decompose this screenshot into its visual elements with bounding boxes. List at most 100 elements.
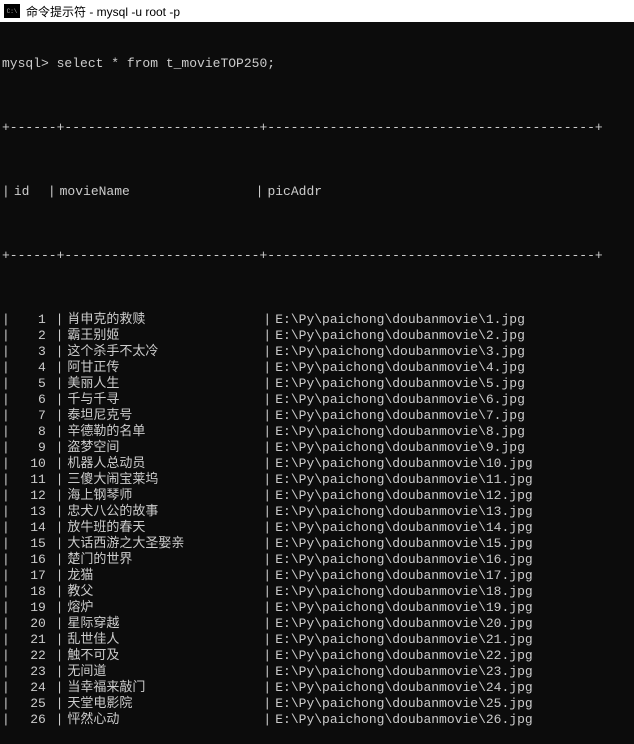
- table-row: |4 |阿甘正传|E:\Py\paichong\doubanmovie\4.jp…: [2, 360, 634, 376]
- table-row: |9 |盗梦空间|E:\Py\paichong\doubanmovie\9.jp…: [2, 440, 634, 456]
- cell-id: 3: [10, 344, 48, 360]
- table-row: |19 |熔炉|E:\Py\paichong\doubanmovie\19.jp…: [2, 600, 634, 616]
- table-row: |12 |海上钢琴师|E:\Py\paichong\doubanmovie\12…: [2, 488, 634, 504]
- cell-picaddr: E:\Py\paichong\doubanmovie\11.jpg: [271, 472, 532, 488]
- table-row: |25 |天堂电影院|E:\Py\paichong\doubanmovie\25…: [2, 696, 634, 712]
- pipe: |: [263, 616, 271, 632]
- cell-moviename: 熔炉: [63, 600, 263, 616]
- cell-picaddr: E:\Py\paichong\doubanmovie\18.jpg: [271, 584, 532, 600]
- pipe: |: [263, 584, 271, 600]
- pipe: |: [2, 536, 10, 552]
- table-row: |13 |忠犬八公的故事|E:\Py\paichong\doubanmovie\…: [2, 504, 634, 520]
- pipe: |: [263, 664, 271, 680]
- pipe: |: [2, 520, 10, 536]
- pipe: |: [263, 424, 271, 440]
- cell-moviename: 星际穿越: [63, 616, 263, 632]
- cell-picaddr: E:\Py\paichong\doubanmovie\17.jpg: [271, 568, 532, 584]
- cell-picaddr: E:\Py\paichong\doubanmovie\13.jpg: [271, 504, 532, 520]
- cell-picaddr: E:\Py\paichong\doubanmovie\2.jpg: [271, 328, 525, 344]
- cell-id: 19: [10, 600, 48, 616]
- pipe: |: [2, 360, 10, 376]
- cell-picaddr: E:\Py\paichong\doubanmovie\12.jpg: [271, 488, 532, 504]
- pipe: |: [2, 312, 10, 328]
- table-row: |18 |教父|E:\Py\paichong\doubanmovie\18.jp…: [2, 584, 634, 600]
- table-row: |10 |机器人总动员|E:\Py\paichong\doubanmovie\1…: [2, 456, 634, 472]
- cell-picaddr: E:\Py\paichong\doubanmovie\1.jpg: [271, 312, 525, 328]
- pipe: |: [48, 504, 64, 520]
- pipe: |: [48, 472, 64, 488]
- pipe: |: [48, 408, 64, 424]
- cell-id: 18: [10, 584, 48, 600]
- cell-picaddr: E:\Py\paichong\doubanmovie\25.jpg: [271, 696, 532, 712]
- pipe: |: [48, 328, 64, 344]
- cell-picaddr: E:\Py\paichong\doubanmovie\15.jpg: [271, 536, 532, 552]
- cell-moviename: 教父: [63, 584, 263, 600]
- pipe: |: [263, 600, 271, 616]
- table-row: |7 |泰坦尼克号|E:\Py\paichong\doubanmovie\7.j…: [2, 408, 634, 424]
- pipe: |: [263, 376, 271, 392]
- cell-moviename: 盗梦空间: [63, 440, 263, 456]
- pipe: |: [48, 440, 64, 456]
- pipe: |: [2, 616, 10, 632]
- terminal-area[interactable]: mysql> select * from t_movieTOP250; +---…: [0, 22, 634, 744]
- cell-moviename: 肖申克的救赎: [63, 312, 263, 328]
- pipe: |: [48, 312, 64, 328]
- pipe: |: [2, 552, 10, 568]
- cell-id: 16: [10, 552, 48, 568]
- cell-id: 8: [10, 424, 48, 440]
- pipe: |: [2, 184, 10, 200]
- table-row: |26 |怦然心动|E:\Py\paichong\doubanmovie\26.…: [2, 712, 634, 728]
- cell-id: 4: [10, 360, 48, 376]
- pipe: |: [263, 312, 271, 328]
- pipe: |: [2, 584, 10, 600]
- prompt-line: mysql> select * from t_movieTOP250;: [2, 56, 634, 72]
- cell-id: 14: [10, 520, 48, 536]
- table-row: |17 |龙猫|E:\Py\paichong\doubanmovie\17.jp…: [2, 568, 634, 584]
- table-row: |24 |当幸福来敲门|E:\Py\paichong\doubanmovie\2…: [2, 680, 634, 696]
- cell-id: 11: [10, 472, 48, 488]
- pipe: |: [263, 392, 271, 408]
- cell-moviename: 机器人总动员: [63, 456, 263, 472]
- cell-picaddr: E:\Py\paichong\doubanmovie\9.jpg: [271, 440, 525, 456]
- titlebar[interactable]: 命令提示符 - mysql -u root -p: [0, 0, 634, 22]
- pipe: |: [2, 632, 10, 648]
- pipe: |: [2, 504, 10, 520]
- pipe: |: [48, 424, 64, 440]
- pipe: |: [2, 392, 10, 408]
- pipe: |: [2, 344, 10, 360]
- cell-picaddr: E:\Py\paichong\doubanmovie\23.jpg: [271, 664, 532, 680]
- cell-picaddr: E:\Py\paichong\doubanmovie\16.jpg: [271, 552, 532, 568]
- pipe: |: [2, 680, 10, 696]
- cell-moviename: 泰坦尼克号: [63, 408, 263, 424]
- table-row: |5 |美丽人生|E:\Py\paichong\doubanmovie\5.jp…: [2, 376, 634, 392]
- pipe: |: [263, 344, 271, 360]
- cell-picaddr: E:\Py\paichong\doubanmovie\5.jpg: [271, 376, 525, 392]
- cell-moviename: 霸王别姬: [63, 328, 263, 344]
- table-row: |8 |辛德勒的名单|E:\Py\paichong\doubanmovie\8.…: [2, 424, 634, 440]
- table-row: |6 |千与千寻|E:\Py\paichong\doubanmovie\6.jp…: [2, 392, 634, 408]
- table-row: |11 |三傻大闹宝莱坞|E:\Py\paichong\doubanmovie\…: [2, 472, 634, 488]
- pipe: |: [2, 424, 10, 440]
- pipe: |: [48, 712, 64, 728]
- cell-id: 5: [10, 376, 48, 392]
- cell-picaddr: E:\Py\paichong\doubanmovie\26.jpg: [271, 712, 532, 728]
- pipe: |: [2, 696, 10, 712]
- cell-picaddr: E:\Py\paichong\doubanmovie\10.jpg: [271, 456, 532, 472]
- table-row: |15 |大话西游之大圣娶亲|E:\Py\paichong\doubanmovi…: [2, 536, 634, 552]
- pipe: |: [2, 712, 10, 728]
- cell-picaddr: E:\Py\paichong\doubanmovie\7.jpg: [271, 408, 525, 424]
- cell-id: 23: [10, 664, 48, 680]
- pipe: |: [2, 328, 10, 344]
- sql-query: select * from t_movieTOP250;: [49, 56, 275, 72]
- cmd-icon: [4, 4, 20, 18]
- pipe: |: [263, 712, 271, 728]
- pipe: |: [263, 408, 271, 424]
- pipe: |: [2, 488, 10, 504]
- cell-id: 1: [10, 312, 48, 328]
- pipe: |: [48, 616, 64, 632]
- cell-id: 2: [10, 328, 48, 344]
- pipe: |: [263, 456, 271, 472]
- pipe: |: [2, 664, 10, 680]
- cell-moviename: 无间道: [63, 664, 263, 680]
- pipe: |: [263, 696, 271, 712]
